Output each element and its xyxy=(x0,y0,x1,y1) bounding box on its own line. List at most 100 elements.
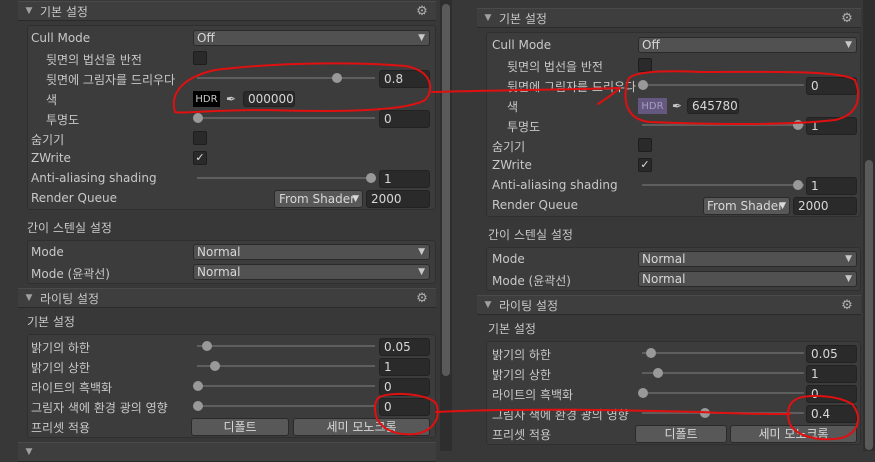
dropdown-arrow-icon: ▼ xyxy=(845,40,852,50)
env-light-shadow-slider-thumb[interactable] xyxy=(193,401,203,411)
env-light-shadow-slider[interactable] xyxy=(642,412,804,414)
backface-shadow-field[interactable]: 0.8 xyxy=(379,70,430,88)
transparency-field[interactable]: 1 xyxy=(806,117,857,135)
brightness-max-slider-thumb[interactable] xyxy=(210,361,220,371)
backface-shadow-field[interactable]: 0 xyxy=(806,77,857,95)
dropdown-arrow-icon: ▼ xyxy=(845,254,852,264)
gear-icon[interactable]: ⚙ xyxy=(414,4,430,19)
collapse-triangle-icon[interactable]: ▼ xyxy=(22,6,36,16)
brightness-max-slider[interactable] xyxy=(642,372,804,374)
light-mono-slider-thumb[interactable] xyxy=(638,388,648,398)
hide-checkbox[interactable] xyxy=(638,138,652,152)
aa-shading-slider-thumb[interactable] xyxy=(793,180,803,190)
mode-outline-dropdown[interactable]: Normal ▼ xyxy=(193,264,430,280)
light-mono-slider[interactable] xyxy=(642,392,804,394)
zwrite-checkbox[interactable]: ✓ xyxy=(193,151,207,165)
color-hex-field[interactable]: 645780 xyxy=(687,98,739,114)
aa-shading-slider[interactable] xyxy=(197,177,375,179)
dropdown-arrow-icon: ▼ xyxy=(352,194,359,204)
backface-shadow-label: 뒷면에 그림자를 드리우다 xyxy=(507,80,637,94)
collapse-triangle-icon[interactable]: ▼ xyxy=(481,300,495,310)
default-preset-button[interactable]: 디폴트 xyxy=(635,425,727,443)
semi-mono-preset-button[interactable]: 세미 모노크롬 xyxy=(730,425,857,443)
render-queue-field[interactable]: 2000 xyxy=(366,190,430,208)
brightness-max-field[interactable]: 1 xyxy=(379,358,430,376)
light-mono-field[interactable]: 0 xyxy=(379,378,430,396)
brightness-min-label: 밝기의 하한 xyxy=(492,348,552,362)
backface-shadow-slider[interactable] xyxy=(642,84,804,86)
basic-settings-header[interactable]: ▼ 기본 설정 ⚙ xyxy=(477,8,861,28)
gear-icon[interactable]: ⚙ xyxy=(839,11,855,26)
hdr-color-swatch[interactable]: HDR xyxy=(193,91,220,107)
render-queue-dropdown[interactable]: From Shader ▼ xyxy=(274,190,363,208)
default-preset-button[interactable]: 디폴트 xyxy=(191,418,289,436)
env-light-shadow-field[interactable]: 0 xyxy=(379,398,430,416)
aa-shading-slider[interactable] xyxy=(642,184,804,186)
dropdown-arrow-icon: ▼ xyxy=(845,274,852,284)
brightness-max-slider-thumb[interactable] xyxy=(653,368,663,378)
cull-mode-dropdown[interactable]: Off ▼ xyxy=(638,37,857,53)
backface-shadow-slider-thumb[interactable] xyxy=(638,80,648,90)
backface-shadow-slider[interactable] xyxy=(197,77,375,79)
aa-shading-slider-thumb[interactable] xyxy=(366,173,376,183)
brightness-min-field[interactable]: 0.05 xyxy=(806,345,857,363)
brightness-min-slider[interactable] xyxy=(642,352,804,354)
gear-icon[interactable]: ⚙ xyxy=(839,298,855,313)
render-queue-dropdown[interactable]: From Shader ▼ xyxy=(703,197,790,215)
brightness-max-slider[interactable] xyxy=(197,365,375,367)
collapse-triangle-icon[interactable]: ▼ xyxy=(22,293,36,303)
transparency-slider[interactable] xyxy=(642,124,804,126)
backface-shadow-slider-thumb[interactable] xyxy=(332,73,342,83)
left-scrollbar-thumb[interactable] xyxy=(442,4,450,376)
lighting-settings-header[interactable]: ▼ 라이팅 설정 ⚙ xyxy=(477,295,861,315)
section-title: 기본 설정 xyxy=(40,4,88,19)
stencil-settings-heading: 간이 스텐실 설정 xyxy=(27,221,112,235)
hdr-color-swatch[interactable]: HDR xyxy=(638,98,667,114)
brightness-min-slider-thumb[interactable] xyxy=(646,348,656,358)
env-light-shadow-slider-thumb[interactable] xyxy=(700,408,710,418)
color-hex-field[interactable]: 000000 xyxy=(243,91,295,107)
mode-outline-label: Mode (윤곽선) xyxy=(492,274,571,288)
hide-checkbox[interactable] xyxy=(193,131,207,145)
transparency-slider-thumb[interactable] xyxy=(193,113,203,123)
render-queue-field[interactable]: 2000 xyxy=(793,197,857,215)
env-light-shadow-field[interactable]: 0.4 xyxy=(806,405,857,423)
light-mono-slider[interactable] xyxy=(197,385,375,387)
semi-mono-preset-button[interactable]: 세미 모노크롬 xyxy=(293,418,430,436)
basic-settings-header[interactable]: ▼ 기본 설정 ⚙ xyxy=(18,1,436,21)
transparency-slider[interactable] xyxy=(197,117,375,119)
brightness-max-label: 밝기의 상한 xyxy=(492,368,552,382)
brightness-min-slider[interactable] xyxy=(197,345,375,347)
mode-dropdown[interactable]: Normal ▼ xyxy=(638,251,857,267)
brightness-min-field[interactable]: 0.05 xyxy=(379,338,430,356)
transparency-label: 투명도 xyxy=(46,113,80,127)
eyedropper-icon[interactable]: ✒ xyxy=(222,91,240,107)
aa-shading-field[interactable]: 1 xyxy=(806,177,857,195)
transparency-field[interactable]: 0 xyxy=(379,110,430,128)
hide-label: 숨기기 xyxy=(492,140,526,154)
flip-normal-checkbox[interactable] xyxy=(193,51,207,65)
mode-dropdown[interactable]: Normal ▼ xyxy=(193,244,430,260)
lighting-settings-header[interactable]: ▼ 라이팅 설정 ⚙ xyxy=(18,288,436,308)
env-light-shadow-slider[interactable] xyxy=(197,405,375,407)
collapse-triangle-icon[interactable]: ▼ xyxy=(481,13,495,23)
preset-label: 프리셋 적용 xyxy=(492,428,552,442)
brightness-min-slider-thumb[interactable] xyxy=(202,341,212,351)
collapse-triangle-icon[interactable]: ▼ xyxy=(22,447,36,457)
right-scrollbar-thumb[interactable] xyxy=(865,160,873,450)
transparency-slider-thumb[interactable] xyxy=(793,120,803,130)
zwrite-checkbox[interactable]: ✓ xyxy=(638,158,652,172)
aa-shading-field[interactable]: 1 xyxy=(379,170,430,188)
mode-outline-dropdown[interactable]: Normal ▼ xyxy=(638,271,857,287)
render-queue-dropdown-label: From Shader xyxy=(279,192,356,206)
next-section-header[interactable]: ▼ xyxy=(18,442,436,462)
left-scrollbar[interactable] xyxy=(440,0,452,451)
flip-normal-checkbox[interactable] xyxy=(638,58,652,72)
eyedropper-icon[interactable]: ✒ xyxy=(668,98,686,114)
gear-icon[interactable]: ⚙ xyxy=(414,291,430,306)
cull-mode-dropdown[interactable]: Off ▼ xyxy=(193,30,430,46)
light-mono-field[interactable]: 0 xyxy=(806,385,857,403)
right-scrollbar[interactable] xyxy=(863,0,875,451)
brightness-max-field[interactable]: 1 xyxy=(806,365,857,383)
light-mono-slider-thumb[interactable] xyxy=(193,381,203,391)
